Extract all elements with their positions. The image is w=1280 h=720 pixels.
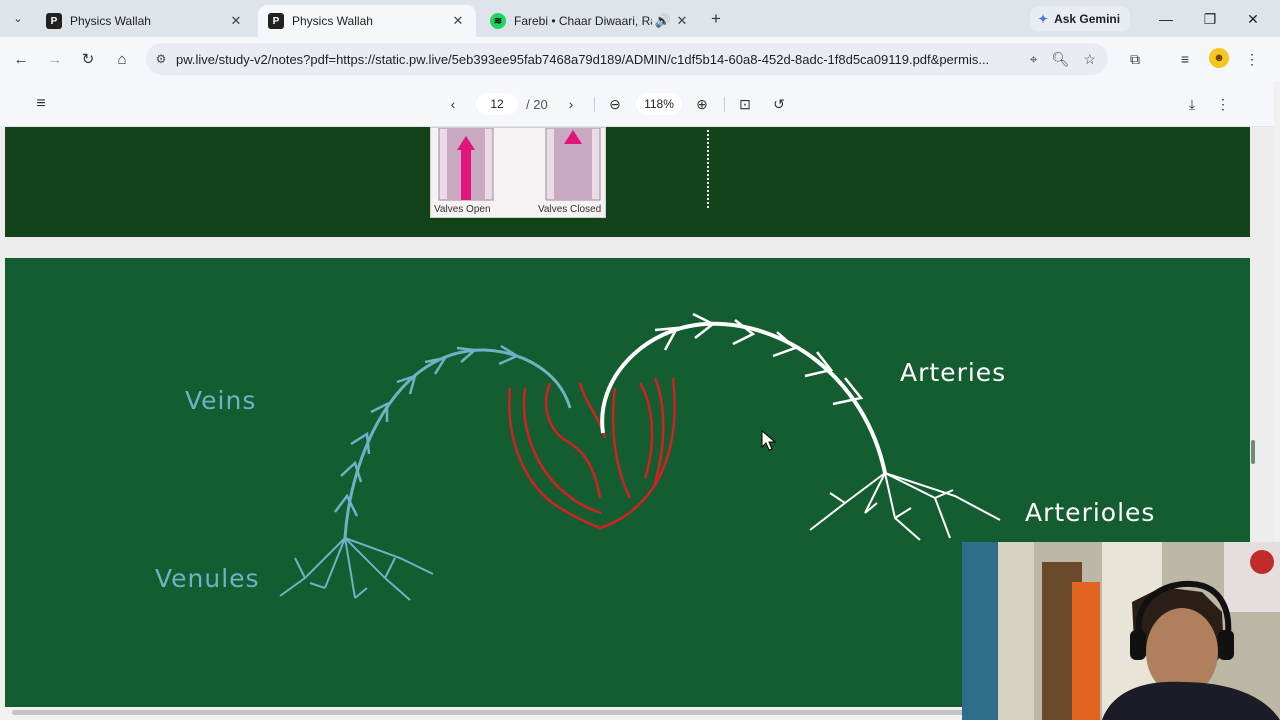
heart-outline [508, 377, 676, 530]
veins-label: Veins [185, 386, 257, 415]
vertical-scroll-thumb[interactable] [1251, 440, 1255, 464]
tab-strip: ⌄ P Physics Wallah ✕ P Physics Wallah ✕ … [0, 0, 1280, 37]
hamburger-menu-icon[interactable]: ≡ [30, 93, 52, 115]
arterioles-branches [809, 472, 1001, 541]
browser-toolbar: ← → ↻ ⌂ ⚙ pw.live/study-v2/notes?pdf=htt… [0, 37, 1280, 81]
media-control-icon[interactable]: ≡ [1174, 47, 1196, 71]
new-tab-button[interactable]: + [706, 9, 726, 29]
tab-physics-wallah-2[interactable]: P Physics Wallah ✕ [258, 5, 476, 37]
gemini-sparkle-icon: ✦ [1038, 11, 1049, 26]
previous-page-icon[interactable]: ‹ [444, 94, 462, 114]
webcam-feed [962, 542, 1280, 720]
rotate-icon[interactable]: ↺ [768, 93, 790, 115]
divider [724, 97, 725, 112]
bookmark-star-icon[interactable]: ☆ [1083, 51, 1096, 68]
zoom-level-input[interactable]: 118% [636, 93, 682, 115]
profile-avatar[interactable]: ☻ [1209, 48, 1229, 68]
valves-open-label: Valves Open [434, 204, 491, 215]
chrome-menu-icon[interactable]: ⋮ [1241, 47, 1263, 71]
url-text[interactable]: pw.live/study-v2/notes?pdf=https://stati… [176, 52, 1030, 67]
chevron-down-icon: ⌄ [13, 12, 23, 25]
valves-closed-label: Valves Closed [538, 204, 602, 215]
location-icon[interactable]: ⌖ [1030, 51, 1038, 68]
page-number-input[interactable]: 12 [476, 93, 518, 115]
back-button[interactable]: ← [10, 49, 32, 71]
venules-label: Venules [155, 564, 260, 593]
zoom-icon[interactable]: 🔍︎ [1052, 51, 1070, 68]
ask-gemini-label: Ask Gemini [1054, 11, 1121, 26]
more-options-icon[interactable]: ⋮ [1212, 93, 1234, 115]
webcam-overlay [962, 542, 1280, 720]
next-page-icon[interactable]: › [562, 94, 580, 114]
ask-gemini-button[interactable]: ✦ Ask Gemini [1030, 6, 1131, 31]
speaker-icon[interactable]: 🔊 [652, 13, 674, 29]
close-tab-icon[interactable]: ✕ [228, 13, 244, 29]
close-tab-icon[interactable]: ✕ [674, 13, 690, 29]
forward-button[interactable]: → [44, 49, 66, 71]
zoom-out-icon[interactable]: ⊖ [604, 93, 626, 115]
home-button[interactable]: ⌂ [111, 49, 133, 71]
divider [594, 97, 595, 112]
valves-figure: Valves Open Valves Closed [430, 127, 606, 218]
venules-branches [279, 537, 434, 601]
extensions-icon[interactable]: ⧉ [1124, 47, 1146, 71]
spotify-icon: ≋ [490, 13, 506, 29]
arterioles-label: Arterioles [1025, 498, 1156, 527]
page-total: / 20 [526, 97, 548, 112]
mouse-cursor-icon [761, 429, 777, 451]
restore-icon[interactable]: ❐ [1200, 9, 1220, 29]
address-bar[interactable]: ⚙ pw.live/study-v2/notes?pdf=https://sta… [146, 43, 1108, 75]
minimize-icon[interactable]: — [1156, 9, 1176, 29]
veins-arc [343, 348, 572, 539]
pdf-page-previous: Valves Open Valves Closed [5, 127, 1250, 237]
site-settings-icon[interactable]: ⚙ [146, 52, 176, 66]
pw-logo-icon: P [46, 13, 62, 29]
zoom-in-icon[interactable]: ⊕ [691, 93, 713, 115]
veins-arrows [334, 344, 520, 517]
tab-title: Physics Wallah [292, 14, 373, 28]
arteries-arc [600, 321, 887, 474]
horizontal-scroll-thumb[interactable] [12, 710, 972, 715]
close-window-icon[interactable]: ✕ [1243, 9, 1263, 29]
close-tab-icon[interactable]: ✕ [450, 13, 466, 29]
arteries-label: Arteries [900, 358, 1007, 387]
tab-title: Farebi • Chaar Diwaari, Raft... [514, 14, 652, 28]
dotted-line [707, 130, 709, 208]
pdf-toolbar: ≡ ‹ 12 / 20 › ⊖ 118% ⊕ ⊡ ↺ ⤓ ⋮ [0, 81, 1274, 127]
reload-button[interactable]: ↻ [77, 49, 99, 71]
tab-title: Physics Wallah [70, 14, 151, 28]
tab-spotify[interactable]: ≋ Farebi • Chaar Diwaari, Raft... 🔊 ✕ [480, 5, 700, 37]
tab-search-button[interactable]: ⌄ [6, 6, 30, 30]
pw-logo-icon: P [268, 13, 284, 29]
tab-physics-wallah-1[interactable]: P Physics Wallah ✕ [36, 5, 254, 37]
fit-page-icon[interactable]: ⊡ [734, 93, 756, 115]
download-icon[interactable]: ⤓ [1181, 93, 1203, 115]
